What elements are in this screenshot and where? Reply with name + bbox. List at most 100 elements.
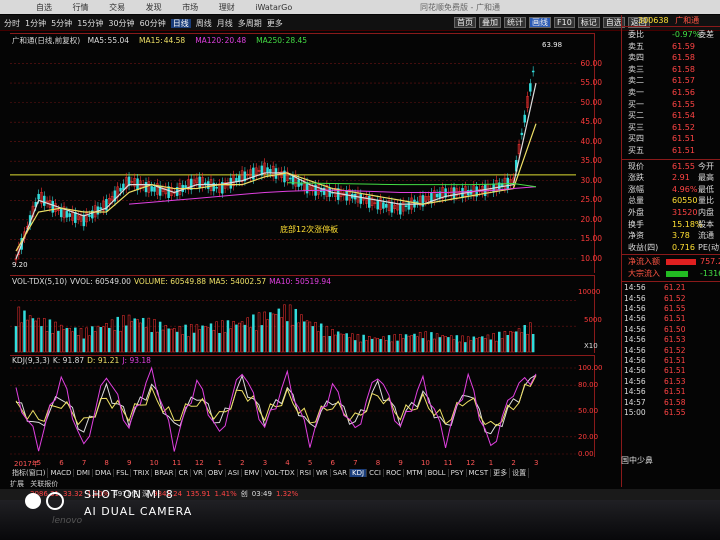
indicator-tab-4[interactable]: FSL [114,469,132,477]
indicator-tab-19[interactable]: MTM [404,469,426,477]
indicator-tab-15[interactable]: SAR [331,469,351,477]
volume-bar [368,335,371,353]
tool-button-4[interactable]: F10 [554,17,575,28]
volume-bar [495,340,498,353]
kdj-line-K [15,374,537,435]
volume-bar [407,335,411,353]
indicator-tab-18[interactable]: ROC [384,469,405,477]
menu-item-iwatargo[interactable]: iWatarGo [255,3,292,12]
tick-price: 61.53 [664,335,686,345]
tool-button-3[interactable]: 画线 [529,17,551,28]
volume-bar [206,327,210,353]
volume-bar [274,314,278,353]
indicator-tab-23[interactable]: 更多 [491,468,511,478]
period-tab-7[interactable]: 周线 [196,19,212,28]
order_book-row: 委比 -0.97% 委差 [622,29,720,41]
indicator-tab-24[interactable]: 设置 [510,468,530,478]
stock-header: 300638 广和通 [622,15,720,27]
period-tab-4[interactable]: 30分钟 [108,19,134,28]
date-tick: 11 [443,459,453,467]
period-tab-9[interactable]: 多周期 [238,19,262,28]
tick-list[interactable]: 14:56 61.21 14:56 61.52 14:56 61.55 14:56 61.51… [622,282,720,418]
price-chart-svg [10,63,576,264]
volume-bar [34,320,38,353]
indicator-tab-11[interactable]: EMV [242,469,263,477]
menu-item-jiaoyi[interactable]: 交易 [109,3,125,12]
candle-body [43,195,46,206]
indicator-tab-12[interactable]: VOL-TDX [262,469,298,477]
volume-bar [14,326,18,353]
low-price-label: 9.20 [12,261,28,269]
volume-bar [277,308,281,353]
menu-item-zixuan[interactable]: 自选 [36,3,52,12]
indicator-tab-1[interactable]: MACD [48,469,75,477]
indicator-tab-16[interactable]: KDJ [350,469,368,477]
flow-row: 大宗流入 -1316 [622,268,720,280]
indicator-tab-22[interactable]: MCST [467,469,492,477]
order_book-row: 卖五 61.59 [622,41,720,53]
indicator-tab-13[interactable]: RSI [298,469,315,477]
tab-kuozhan[interactable]: 扩展 [10,480,24,488]
menu-item-licai[interactable]: 理财 [219,3,235,12]
order_book-value: 61.58 [672,64,695,74]
tool-button-2[interactable]: 统计 [504,17,526,28]
volume-bar [133,318,136,353]
candle-body [153,186,156,192]
volume-bar [286,321,289,353]
price-tick: 60.00 [580,58,602,68]
volume-bar [223,332,227,353]
volume-bar [116,316,119,353]
volume-bar [449,335,453,353]
tool-button-0[interactable]: 首页 [454,17,476,28]
candle-body [88,215,91,217]
indicator-tab-9[interactable]: OBV [206,469,226,477]
indicator-tab-10[interactable]: ASI [226,469,243,477]
order_book-row: 买三 61.52 [622,122,720,134]
indicator-tab-0[interactable]: 指标(窗口) [10,468,49,478]
order_book-label: 买一 [628,99,644,109]
menu-item-shichang[interactable]: 市场 [182,3,198,12]
indicator-tab-8[interactable]: VR [191,469,206,477]
indicator-tab-14[interactable]: WR [314,469,331,477]
indicator-tab-5[interactable]: TRIX [131,469,153,477]
period-tab-3[interactable]: 15分钟 [77,19,103,28]
indicator-tab-6[interactable]: BRAR [152,469,177,477]
period-tab-8[interactable]: 月线 [217,19,233,28]
volume-bar [322,336,326,353]
price-chart[interactable]: 广和通(日线,前复权) MA5:55.04 MA15:44.58 MA120:20.… [10,33,602,273]
indicator-tab-17[interactable]: CCI [367,469,384,477]
volume-bar [150,332,153,353]
period-tab-1[interactable]: 1分钟 [25,19,46,28]
tool-button-1[interactable]: 叠加 [479,17,501,28]
tab-guanlian[interactable]: 关联报价 [30,480,58,488]
period-tab-5[interactable]: 60分钟 [140,19,166,28]
price-tick: 45.00 [580,117,602,127]
tick-row: 14:56 61.52 [622,346,720,356]
price-tick: 40.00 [580,136,602,146]
indicator-tab-2[interactable]: DMI [74,469,93,477]
volume-bar [444,336,447,353]
period-tab-0[interactable]: 分时 [4,19,20,28]
menu-item-faxian[interactable]: 发现 [146,3,162,12]
flow-row: 净流入额 757.2 [622,256,720,268]
price-tick: 30.00 [580,175,602,185]
indicator-tab-20[interactable]: BOLL [426,469,449,477]
volume-bar [164,325,168,353]
indicator-tab-21[interactable]: PSY [449,469,467,477]
menu-item-hangqing[interactable]: 行情 [73,3,89,12]
kdj-chart[interactable]: KDJ(9,3,3) K: 91.87 D: 91.21 J: 93.18 100.0… [10,355,603,458]
volume-bar [246,317,249,353]
indicator-tab-3[interactable]: DMA [93,469,115,477]
volume-bar [317,331,320,353]
volume-bar [40,326,43,353]
period-tab-10[interactable]: 更多 [267,19,283,28]
indicator-tab-7[interactable]: CR [176,469,192,477]
side-bottom-bar: 国中少鼻 [621,456,653,465]
tool-button-5[interactable]: 标记 [577,17,600,28]
date-axis: 2017年 5 6 7 8 9 10 11 12 1 2 3 4 5 6 7 8 9 10 11 12 1 2 3 [10,459,595,468]
vol-tick-5000: 5000 [584,316,602,324]
volume-chart[interactable]: VOL-TDX(5,10) VVOL: 60549.00 VOLUME: 60549… [10,275,602,353]
volume-bar [365,340,368,353]
period-tab-6[interactable]: 日线 [170,19,191,28]
period-tab-2[interactable]: 5分钟 [51,19,72,28]
